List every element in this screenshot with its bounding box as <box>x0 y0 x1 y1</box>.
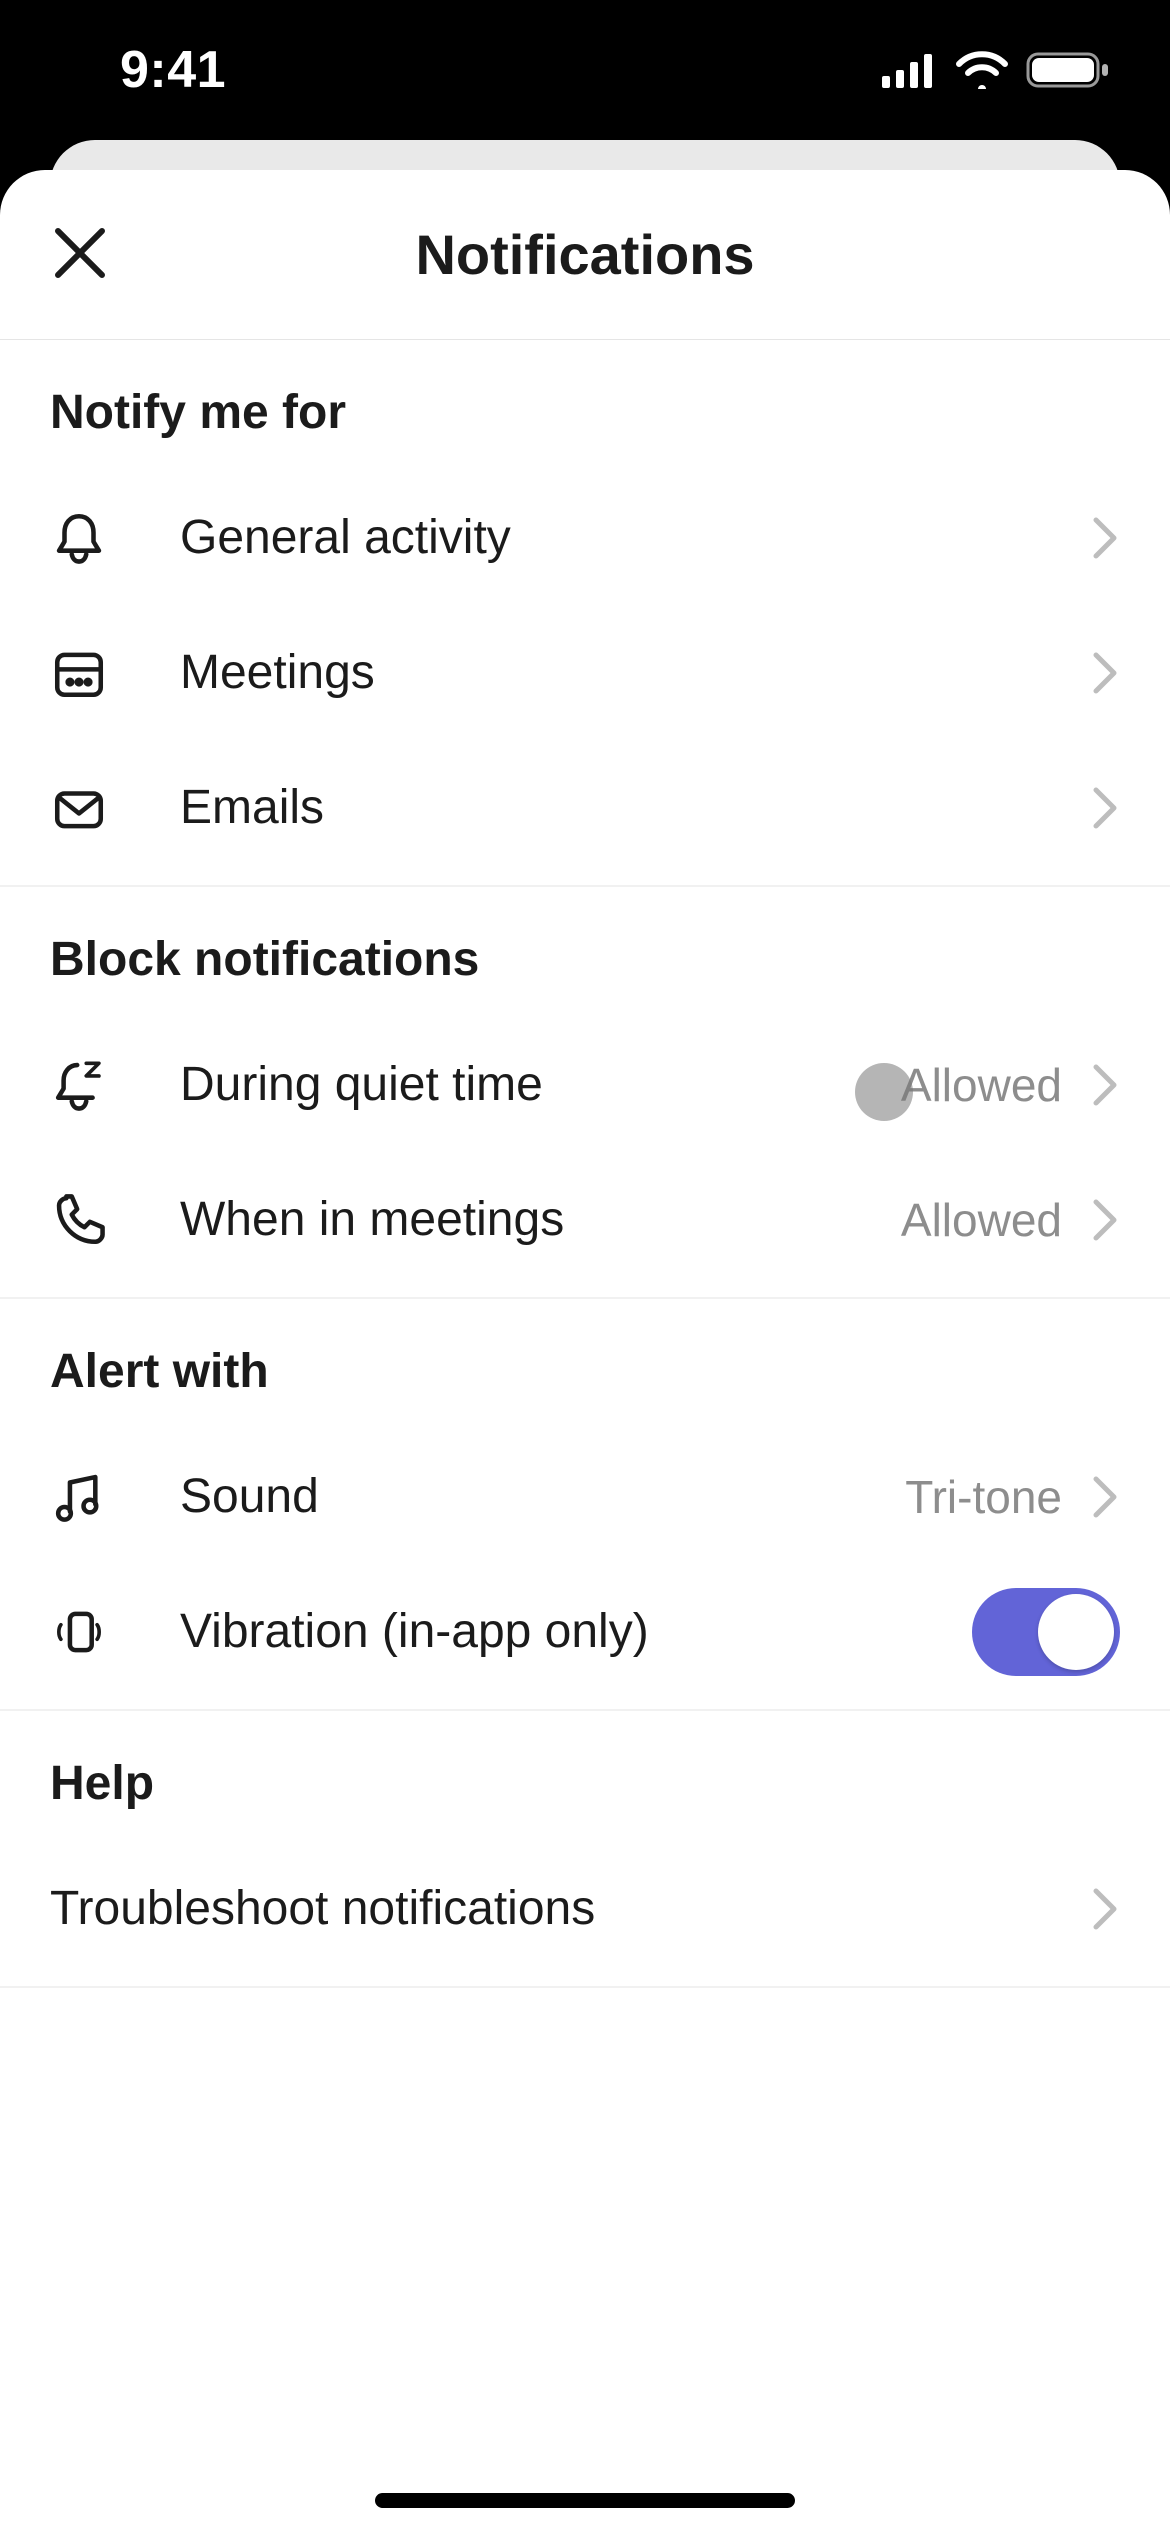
music-note-icon <box>50 1468 180 1526</box>
mail-icon <box>50 779 180 837</box>
row-value: Allowed <box>901 1193 1062 1247</box>
status-bar: 9:41 <box>0 0 1170 140</box>
row-label: During quiet time <box>180 1057 543 1112</box>
bell-snooze-icon <box>50 1056 180 1114</box>
cellular-icon <box>882 52 938 88</box>
row-value: Allowed <box>901 1058 1062 1112</box>
vibration-toggle[interactable] <box>972 1588 1120 1676</box>
chevron-right-icon <box>1092 651 1120 695</box>
section-title-help: Help <box>0 1711 1170 1841</box>
chevron-right-icon <box>1092 516 1120 560</box>
row-sound[interactable]: Sound Tri-tone <box>0 1429 1170 1564</box>
row-label: Sound <box>180 1469 319 1524</box>
chevron-right-icon <box>1092 1063 1120 1107</box>
chevron-right-icon <box>1092 786 1120 830</box>
row-general-activity[interactable]: General activity <box>0 470 1170 605</box>
section-notify: Notify me for General activity <box>0 340 1170 887</box>
sheet-header: Notifications <box>0 170 1170 340</box>
section-title-notify: Notify me for <box>0 340 1170 470</box>
vibration-icon <box>50 1603 180 1661</box>
row-label: Troubleshoot notifications <box>50 1881 595 1936</box>
section-title-block: Block notifications <box>0 887 1170 1017</box>
notifications-sheet: Notifications Notify me for General acti… <box>0 170 1170 2532</box>
row-troubleshoot[interactable]: Troubleshoot notifications <box>0 1841 1170 1976</box>
row-label: Meetings <box>180 645 375 700</box>
calendar-icon <box>50 644 180 702</box>
row-vibration: Vibration (in-app only) <box>0 1564 1170 1699</box>
chevron-right-icon <box>1092 1198 1120 1242</box>
row-value: Tri-tone <box>905 1470 1062 1524</box>
status-time: 9:41 <box>120 40 226 100</box>
section-alert: Alert with Sound Tri-tone <box>0 1299 1170 1711</box>
toggle-knob <box>1038 1594 1114 1670</box>
phone-icon <box>50 1191 180 1249</box>
row-label: General activity <box>180 510 511 565</box>
section-title-alert: Alert with <box>0 1299 1170 1429</box>
row-label: Emails <box>180 780 324 835</box>
row-emails[interactable]: Emails <box>0 740 1170 875</box>
page-title: Notifications <box>415 222 754 287</box>
wifi-icon <box>956 51 1008 89</box>
section-block: Block notifications During quiet time Al… <box>0 887 1170 1299</box>
close-button[interactable] <box>40 215 120 295</box>
chevron-right-icon <box>1092 1887 1120 1931</box>
section-help: Help Troubleshoot notifications <box>0 1711 1170 1988</box>
row-quiet-time[interactable]: During quiet time Allowed <box>0 1017 1170 1152</box>
bell-icon <box>50 509 180 567</box>
chevron-right-icon <box>1092 1475 1120 1519</box>
row-label: Vibration (in-app only) <box>180 1604 649 1659</box>
row-label: When in meetings <box>180 1192 564 1247</box>
status-indicators <box>882 50 1110 90</box>
row-meetings[interactable]: Meetings <box>0 605 1170 740</box>
battery-icon <box>1026 50 1110 90</box>
close-icon <box>52 225 108 284</box>
row-when-in-meetings[interactable]: When in meetings Allowed <box>0 1152 1170 1287</box>
home-indicator <box>375 2493 795 2508</box>
